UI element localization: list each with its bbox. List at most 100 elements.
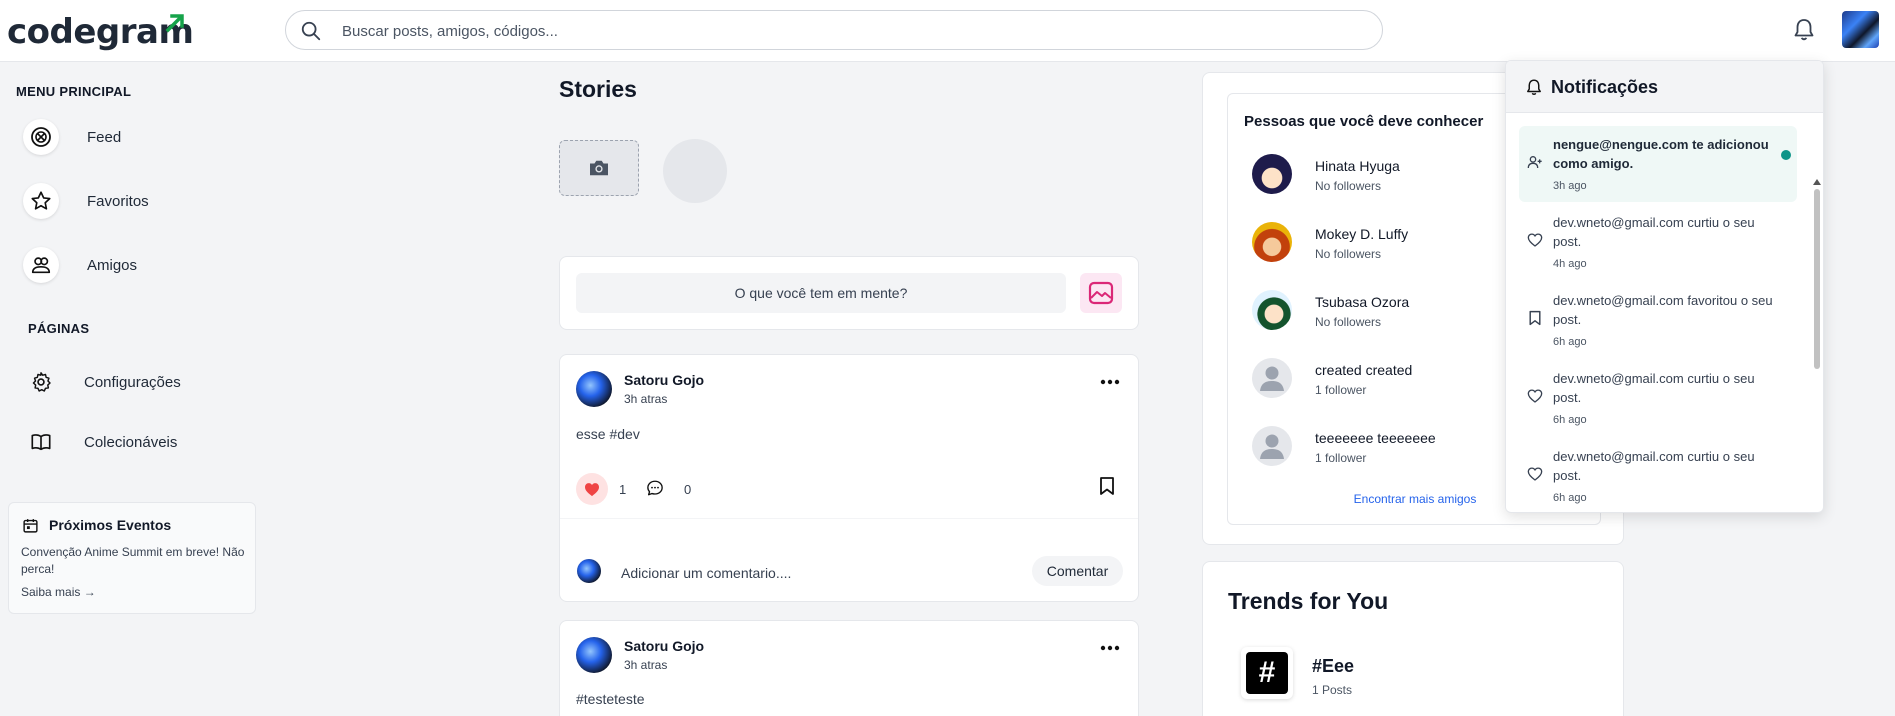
post-composer: O que você tem em mente? xyxy=(559,256,1139,330)
notifications-title: Notificações xyxy=(1551,77,1659,97)
bookmark-icon[interactable] xyxy=(1099,476,1115,496)
notifications-header: Notificações xyxy=(1506,61,1823,113)
more-options-icon[interactable] xyxy=(1099,643,1121,653)
suggestions-title: Pessoas que você deve conhecer xyxy=(1244,113,1484,130)
heart-filled-icon xyxy=(585,482,599,496)
user-add-icon xyxy=(1527,156,1542,169)
add-story-button[interactable] xyxy=(559,140,639,196)
search-bar[interactable] xyxy=(285,10,1383,50)
comment-icon[interactable] xyxy=(646,479,664,497)
person-followers: No followers xyxy=(1315,315,1382,329)
composer-input[interactable]: O que você tem em mente? xyxy=(576,273,1066,313)
heart-icon xyxy=(1527,233,1543,247)
sidebar-item-feed[interactable]: Feed xyxy=(23,117,121,157)
person-name: Hinata Hyuga xyxy=(1315,158,1400,174)
post-card: Satoru Gojo 3h atras #testeteste xyxy=(559,620,1139,716)
events-title: Próximos Eventos xyxy=(49,517,172,533)
person-avatar xyxy=(1252,154,1292,194)
person-name: teeeeeee teeeeeee xyxy=(1315,430,1436,446)
comment-button[interactable]: Comentar xyxy=(1032,556,1123,586)
search-input[interactable] xyxy=(342,19,1342,43)
bell-icon xyxy=(1527,79,1541,95)
pages-title: PÁGINAS xyxy=(28,321,90,336)
post-body: esse #dev xyxy=(576,426,640,442)
notification-time: 6h ago xyxy=(1553,492,1587,504)
sidebar-item-colecionaveis[interactable]: Colecionáveis xyxy=(23,422,177,462)
person-avatar xyxy=(1252,358,1292,398)
search-icon xyxy=(301,21,321,41)
comment-count: 0 xyxy=(684,482,692,497)
author-avatar[interactable] xyxy=(576,371,612,407)
person-followers: No followers xyxy=(1315,179,1382,193)
trends-card: Trends for You # #Eee 1 Posts xyxy=(1202,561,1624,716)
scroll-up-arrow-icon[interactable] xyxy=(1813,179,1821,185)
trend-tag[interactable]: #Eee xyxy=(1312,656,1354,677)
divider xyxy=(560,518,1138,519)
sidebar-item-label: Configurações xyxy=(84,373,181,391)
notification-text: dev.wneto@gmail.com curtiu o seu post. xyxy=(1553,371,1755,405)
heart-icon xyxy=(1527,467,1543,481)
star-icon xyxy=(23,183,59,219)
sidebar-item-label: Feed xyxy=(87,128,122,146)
post-author[interactable]: Satoru Gojo xyxy=(624,638,704,654)
sidebar-item-label: Favoritos xyxy=(87,192,149,210)
notifications-scrollbar[interactable] xyxy=(1811,117,1823,507)
post-card: Satoru Gojo 3h atras esse #dev 1 0 Comen… xyxy=(559,354,1139,602)
post-author[interactable]: Satoru Gojo xyxy=(624,372,704,388)
book-icon xyxy=(23,424,59,460)
suggestion-person[interactable]: Tsubasa Ozora No followers xyxy=(1252,290,1532,334)
events-description: Convenção Anime Summit em breve! Não per… xyxy=(21,545,245,576)
person-followers: No followers xyxy=(1315,247,1382,261)
commenter-avatar xyxy=(577,559,601,583)
events-link[interactable]: Saiba mais → xyxy=(21,585,96,599)
camera-icon xyxy=(590,160,608,176)
upcoming-events-card: Próximos Eventos Convenção Anime Summit … xyxy=(8,502,256,614)
trend-icon-wrap: # xyxy=(1241,647,1293,699)
main-menu-title: MENU PRINCIPAL xyxy=(16,84,132,99)
bookmark-icon xyxy=(1529,310,1541,326)
person-avatar xyxy=(1252,426,1292,466)
more-options-icon[interactable] xyxy=(1099,377,1121,387)
suggestion-person[interactable]: Hinata Hyuga No followers xyxy=(1252,154,1532,198)
notification-item[interactable]: dev.wneto@gmail.com curtiu o seu post. 4… xyxy=(1519,204,1797,280)
sidebar-item-amigos[interactable]: Amigos xyxy=(23,245,137,285)
user-avatar[interactable] xyxy=(1842,11,1879,48)
person-avatar xyxy=(1252,222,1292,262)
logo-arrow-icon xyxy=(165,14,184,33)
story-placeholder[interactable] xyxy=(663,139,727,203)
suggestion-person[interactable]: teeeeeee teeeeeee 1 follower xyxy=(1252,426,1532,470)
suggestion-person[interactable]: created created 1 follower xyxy=(1252,358,1532,402)
sidebar-item-configuracoes[interactable]: Configurações xyxy=(23,362,181,402)
notification-text: dev.wneto@gmail.com favoritou o seu post… xyxy=(1553,293,1773,327)
gear-icon xyxy=(23,364,59,400)
notification-item[interactable]: dev.wneto@gmail.com favoritou o seu post… xyxy=(1519,282,1797,358)
post-time: 3h atras xyxy=(624,392,668,406)
author-avatar[interactable] xyxy=(576,637,612,673)
notification-time: 4h ago xyxy=(1553,258,1587,270)
notification-item[interactable]: dev.wneto@gmail.com curtiu o seu post. 6… xyxy=(1519,360,1797,436)
feed-icon xyxy=(23,119,59,155)
add-image-button[interactable] xyxy=(1080,273,1122,313)
like-button[interactable] xyxy=(576,473,608,505)
person-followers: 1 follower xyxy=(1315,383,1367,397)
stories-title: Stories xyxy=(559,76,637,102)
notification-item[interactable]: nengue@nengue.com te adicionou como amig… xyxy=(1519,126,1797,202)
hashtag-icon: # xyxy=(1246,652,1288,694)
notification-text: dev.wneto@gmail.com curtiu o seu post. xyxy=(1553,215,1755,249)
sidebar-item-label: Amigos xyxy=(87,256,138,274)
notification-time: 3h ago xyxy=(1553,180,1587,192)
suggestion-person[interactable]: Mokey D. Luffy No followers xyxy=(1252,222,1532,266)
calendar-icon xyxy=(23,519,38,533)
sidebar-item-favoritos[interactable]: Favoritos xyxy=(23,181,149,221)
like-count: 1 xyxy=(619,482,627,497)
top-header: codegram xyxy=(0,0,1895,62)
sidebar-item-label: Colecionáveis xyxy=(84,433,178,451)
scrollbar-thumb[interactable] xyxy=(1814,189,1820,369)
unread-dot xyxy=(1781,150,1791,160)
trends-title: Trends for You xyxy=(1228,588,1389,614)
notification-item[interactable]: dev.wneto@gmail.com curtiu o seu post. 6… xyxy=(1519,438,1797,512)
comment-input[interactable] xyxy=(621,561,1001,585)
bell-icon[interactable] xyxy=(1792,17,1816,43)
person-name: Mokey D. Luffy xyxy=(1315,226,1409,242)
heart-icon xyxy=(1527,389,1543,403)
